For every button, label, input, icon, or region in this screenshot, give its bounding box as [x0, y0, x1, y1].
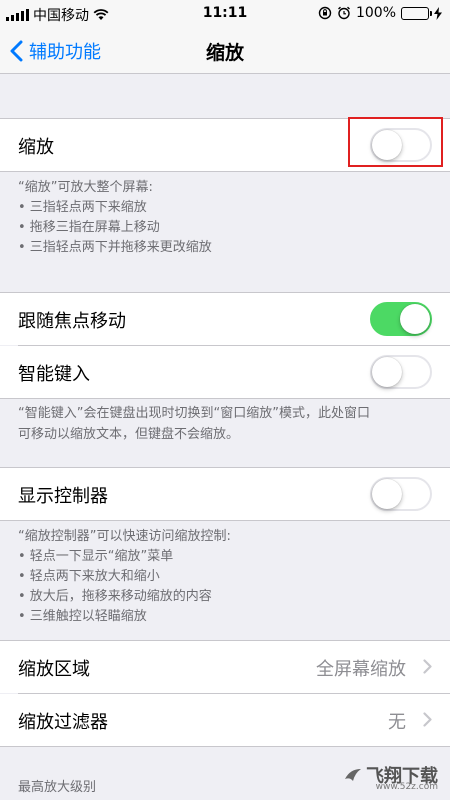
- navigation-bar: 辅助功能 缩放: [0, 28, 450, 74]
- footer-line: “智能键入”会在键盘出现时切换到“窗口缩放”模式，此处窗口: [18, 406, 370, 421]
- smart-typing-toggle[interactable]: [370, 355, 432, 389]
- chevron-right-icon: [423, 659, 432, 674]
- follow-focus-label: 跟随焦点移动: [18, 311, 126, 332]
- rotation-lock-icon: [318, 6, 332, 20]
- footer-item: • 轻点一下显示“缩放”菜单: [18, 549, 174, 564]
- toggle-knob: [372, 357, 402, 387]
- footer-line: 可移动以缩放文本，但键盘不会缩放。: [18, 427, 240, 442]
- alarm-icon: [338, 6, 350, 20]
- divider: [0, 520, 450, 521]
- chevron-right-icon: [423, 712, 432, 727]
- zoom-filter-row[interactable]: 缩放过滤器 无: [0, 694, 450, 746]
- show-controller-label: 显示控制器: [18, 486, 108, 507]
- battery-percent: 100%: [355, 5, 396, 21]
- zoom-filter-label: 缩放过滤器: [18, 712, 108, 733]
- watermark-bird-icon: [345, 769, 361, 781]
- zoom-region-row[interactable]: 缩放区域 全屏幕缩放: [0, 641, 450, 693]
- footer-item: • 三指轻点两下并拖移来更改缩放: [18, 240, 212, 255]
- watermark-url: www.52z.com: [375, 782, 438, 792]
- zoom-label: 缩放: [18, 137, 54, 158]
- battery-icon: [401, 6, 432, 20]
- show-controller-row: 显示控制器: [0, 468, 450, 520]
- follow-focus-row: 跟随焦点移动: [0, 293, 450, 345]
- footer-item: • 拖移三指在屏幕上移动: [18, 220, 160, 235]
- status-bar: 中国移动 11:11 100%: [0, 0, 450, 28]
- annotation-highlight-box: [348, 117, 443, 167]
- divider: [0, 171, 450, 172]
- divider: [0, 746, 450, 747]
- charging-bolt-icon: [434, 6, 442, 20]
- page-title: 缩放: [205, 42, 244, 64]
- footer-intro: “缩放”可放大整个屏幕:: [18, 180, 153, 195]
- zoom-region-label: 缩放区域: [18, 659, 90, 680]
- footer-item: • 放大后，拖移来移动缩放的内容: [18, 589, 212, 604]
- zoom-filter-value: 无: [388, 712, 406, 733]
- divider: [0, 398, 450, 399]
- toggle-knob: [400, 304, 430, 334]
- footer-item: • 三指轻点两下来缩放: [18, 200, 147, 215]
- smart-typing-row: 智能键入: [0, 346, 450, 398]
- controller-footer: “缩放控制器”可以快速访问缩放控制: • 轻点一下显示“缩放”菜单 • 轻点两下…: [18, 527, 432, 627]
- footer-intro: “缩放控制器”可以快速访问缩放控制:: [18, 529, 231, 544]
- footer-item: • 轻点两下来放大和缩小: [18, 569, 160, 584]
- watermark-logo: 飞翔下载 www.52z.com: [344, 762, 438, 792]
- zoom-footer: “缩放”可放大整个屏幕: • 三指轻点两下来缩放 • 拖移三指在屏幕上移动 • …: [18, 178, 432, 258]
- footer-item: • 三维触控以轻瞄缩放: [18, 609, 147, 624]
- toggle-knob: [372, 479, 402, 509]
- zoom-region-value: 全屏幕缩放: [316, 659, 406, 680]
- smart-typing-footer: “智能键入”会在键盘出现时切换到“窗口缩放”模式，此处窗口 可移动以缩放文本，但…: [18, 403, 432, 445]
- show-controller-toggle[interactable]: [370, 477, 432, 511]
- follow-focus-toggle[interactable]: [370, 302, 432, 336]
- smart-typing-label: 智能键入: [18, 364, 90, 385]
